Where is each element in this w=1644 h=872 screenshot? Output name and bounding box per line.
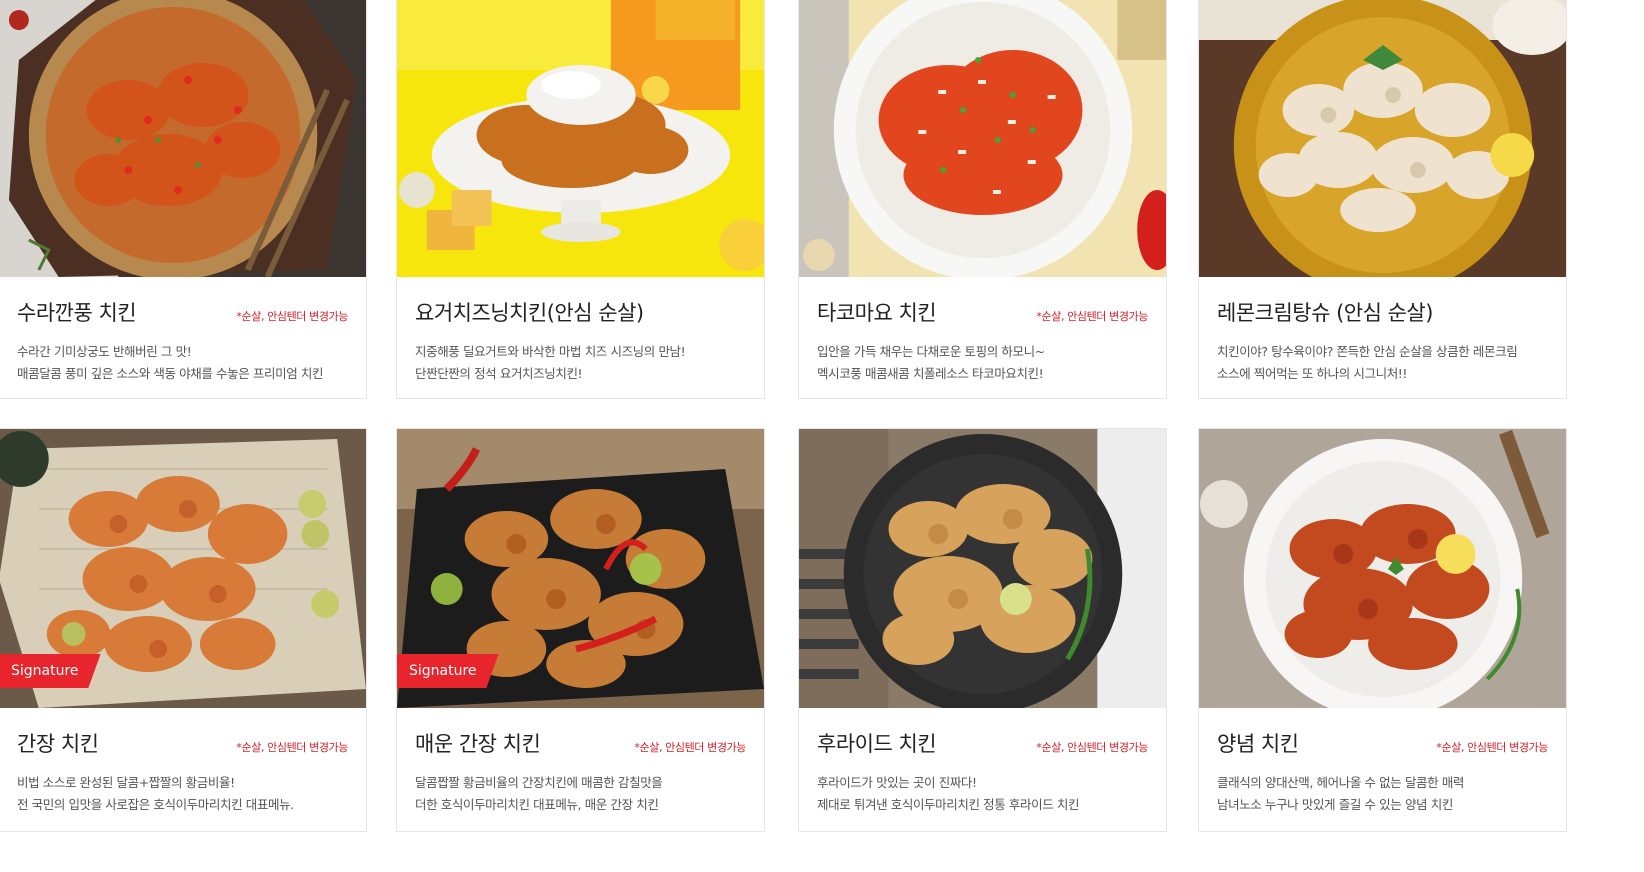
menu-card[interactable]: 레몬크림탕슈 (안심 순살) 치킨이야? 탕수육이야? 쫀득한 안심 순살을 상… [1198, 0, 1567, 399]
menu-title: 요거치즈닝치킨(안심 순살) [415, 301, 644, 325]
menu-option-note: *순살, 안심텐더 변경가능 [236, 310, 348, 323]
desc-line: 클래식의 양대산맥, 헤어나올 수 없는 달콤한 매력 [1217, 775, 1465, 790]
menu-title: 타코마요 치킨 [817, 301, 937, 325]
card-info: 요거치즈닝치킨(안심 순살) 지중해풍 딜요거트와 바삭한 마법 치즈 시즈닝의… [397, 297, 764, 385]
menu-description: 수라간 기미상궁도 반해버린 그 맛! 매콤달콤 풍미 깊은 소스와 색동 야채… [17, 341, 348, 385]
menu-title: 매운 간장 치킨 [415, 732, 541, 756]
menu-card[interactable]: 양념 치킨 *순살, 안심텐더 변경가능 클래식의 양대산맥, 헤어나올 수 없… [1198, 428, 1567, 832]
desc-line: 후라이드가 맛있는 곳이 진짜다! [817, 775, 977, 790]
desc-line: 남녀노소 누구나 맛있게 즐길 수 있는 양념 치킨 [1217, 797, 1453, 812]
menu-description: 클래식의 양대산맥, 헤어나올 수 없는 달콤한 매력 남녀노소 누구나 맛있게… [1217, 772, 1548, 816]
yogurt-cheese-chicken-photo[interactable] [397, 0, 764, 277]
menu-option-note: *순살, 안심텐더 변경가능 [1036, 741, 1148, 754]
menu-description: 입안을 가득 채우는 다채로운 토핑의 하모니~ 멕시코풍 매콤새콤 치폴레소스… [817, 341, 1148, 385]
yangnyeom-chicken-photo[interactable] [1199, 429, 1566, 708]
desc-line: 치킨이야? 탕수육이야? 쫀득한 안심 순살을 상큼한 레몬크림 [1217, 344, 1518, 359]
soy-sauce-chicken-photo[interactable]: Signature [0, 429, 366, 708]
desc-line: 더한 호식이두마리치킨 대표메뉴, 매운 간장 치킨 [415, 797, 659, 812]
menu-title: 수라깐풍 치킨 [17, 301, 137, 325]
card-info: 수라깐풍 치킨 *순살, 안심텐더 변경가능 수라간 기미상궁도 반해버린 그 … [0, 297, 366, 385]
menu-option-note: *순살, 안심텐더 변경가능 [236, 741, 348, 754]
menu-card[interactable]: 타코마요 치킨 *순살, 안심텐더 변경가능 입안을 가득 채우는 다채로운 토… [798, 0, 1167, 399]
menu-description: 달콤짭짤 황금비율의 간장치킨에 매콤한 감칠맛을 더한 호식이두마리치킨 대표… [415, 772, 746, 816]
taco-mayo-chicken-photo[interactable] [799, 0, 1166, 277]
signature-badge: Signature [0, 654, 101, 688]
signature-badge: Signature [397, 654, 499, 688]
card-info: 레몬크림탕슈 (안심 순살) 치킨이야? 탕수육이야? 쫀득한 안심 순살을 상… [1199, 297, 1566, 385]
desc-line: 전 국민의 입맛을 사로잡은 호식이두마리치킨 대표메뉴. [17, 797, 294, 812]
menu-description: 지중해풍 딜요거트와 바삭한 마법 치즈 시즈닝의 만남! 단짠단짠의 정석 요… [415, 341, 746, 385]
desc-line: 소스에 찍어먹는 또 하나의 시그니처!! [1217, 366, 1408, 381]
menu-card[interactable]: 수라깐풍 치킨 *순살, 안심텐더 변경가능 수라간 기미상궁도 반해버린 그 … [0, 0, 367, 399]
desc-line: 입안을 가득 채우는 다채로운 토핑의 하모니~ [817, 344, 1045, 359]
desc-line: 단짠단짠의 정석 요거치즈닝치킨! [415, 366, 583, 381]
card-info: 타코마요 치킨 *순살, 안심텐더 변경가능 입안을 가득 채우는 다채로운 토… [799, 297, 1166, 385]
menu-title: 후라이드 치킨 [817, 732, 937, 756]
menu-title: 레몬크림탕슈 (안심 순살) [1217, 301, 1433, 325]
desc-line: 멕시코풍 매콤새콤 치폴레소스 타코마요치킨! [817, 366, 1044, 381]
menu-description: 후라이드가 맛있는 곳이 진짜다! 제대로 튀겨낸 호식이두마리치킨 정통 후라… [817, 772, 1148, 816]
desc-line: 달콤짭짤 황금비율의 간장치킨에 매콤한 감칠맛을 [415, 775, 663, 790]
desc-line: 매콤달콤 풍미 깊은 소스와 색동 야채를 수놓은 프리미엄 치킨 [17, 366, 324, 381]
menu-title: 양념 치킨 [1217, 732, 1299, 756]
menu-card[interactable]: Signature 간장 치킨 *순살, 안심텐더 변경가능 비법 소스로 완성… [0, 428, 367, 832]
menu-option-note: *순살, 안심텐더 변경가능 [1436, 741, 1548, 754]
card-info: 후라이드 치킨 *순살, 안심텐더 변경가능 후라이드가 맛있는 곳이 진짜다!… [799, 728, 1166, 816]
spicy-soy-chicken-photo[interactable]: Signature [397, 429, 764, 708]
menu-card[interactable]: Signature 매운 간장 치킨 *순살, 안심텐더 변경가능 달콤짭짤 황… [396, 428, 765, 832]
card-info: 양념 치킨 *순살, 안심텐더 변경가능 클래식의 양대산맥, 헤어나올 수 없… [1199, 728, 1566, 816]
menu-description: 비법 소스로 완성된 달콤+짭짤의 황금비율! 전 국민의 입맛을 사로잡은 호… [17, 772, 348, 816]
desc-line: 수라간 기미상궁도 반해버린 그 맛! [17, 344, 192, 359]
desc-line: 비법 소스로 완성된 달콤+짭짤의 황금비율! [17, 775, 235, 790]
fried-chicken-photo[interactable] [799, 429, 1166, 708]
desc-line: 지중해풍 딜요거트와 바삭한 마법 치즈 시즈닝의 만남! [415, 344, 686, 359]
card-info: 매운 간장 치킨 *순살, 안심텐더 변경가능 달콤짭짤 황금비율의 간장치킨에… [397, 728, 764, 816]
menu-card[interactable]: 요거치즈닝치킨(안심 순살) 지중해풍 딜요거트와 바삭한 마법 치즈 시즈닝의… [396, 0, 765, 399]
kkanpung-chicken-photo[interactable] [0, 0, 366, 277]
menu-description: 치킨이야? 탕수육이야? 쫀득한 안심 순살을 상큼한 레몬크림 소스에 찍어먹… [1217, 341, 1548, 385]
menu-option-note: *순살, 안심텐더 변경가능 [634, 741, 746, 754]
desc-line: 제대로 튀겨낸 호식이두마리치킨 정통 후라이드 치킨 [817, 797, 1080, 812]
menu-card[interactable]: 후라이드 치킨 *순살, 안심텐더 변경가능 후라이드가 맛있는 곳이 진짜다!… [798, 428, 1167, 832]
menu-option-note: *순살, 안심텐더 변경가능 [1036, 310, 1148, 323]
menu-grid: 수라깐풍 치킨 *순살, 안심텐더 변경가능 수라간 기미상궁도 반해버린 그 … [0, 0, 1644, 872]
card-info: 간장 치킨 *순살, 안심텐더 변경가능 비법 소스로 완성된 달콤+짭짤의 황… [0, 728, 366, 816]
lemon-cream-chicken-photo[interactable] [1199, 0, 1566, 277]
menu-title: 간장 치킨 [17, 732, 99, 756]
